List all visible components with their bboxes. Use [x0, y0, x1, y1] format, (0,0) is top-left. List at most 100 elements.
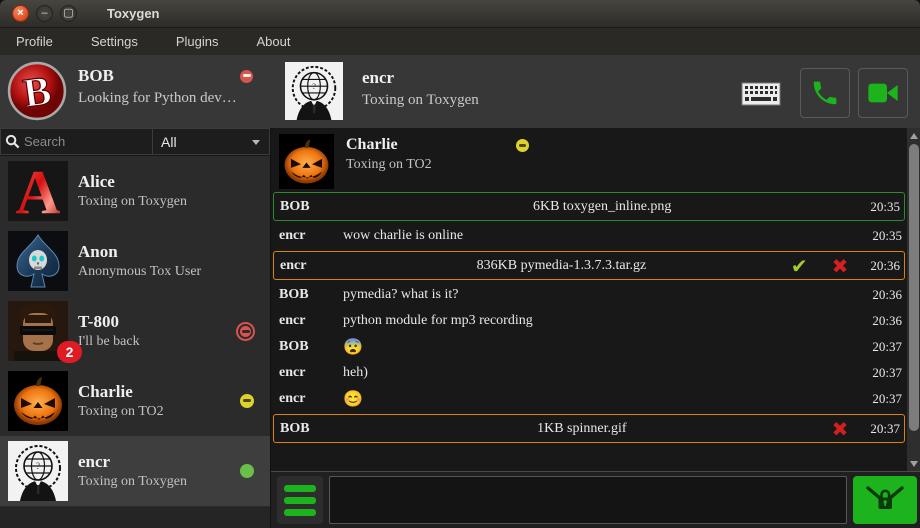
- message-sender: BOB: [280, 421, 344, 437]
- contact-status-message: Toxing on TO2: [78, 404, 240, 420]
- chat-scrollbar: [907, 128, 920, 471]
- svg-text:?: ?: [36, 461, 40, 471]
- contact-avatar: A: [8, 161, 68, 221]
- contact-status-message: Toxing on Toxygen: [78, 194, 270, 210]
- send-message-button[interactable]: [853, 476, 917, 524]
- contact-name: Charlie: [78, 382, 240, 402]
- contact-row-encr[interactable]: ? encr Toxing on Toxygen: [0, 436, 270, 506]
- message-sender: BOB: [280, 199, 344, 215]
- compose-bar: [271, 471, 920, 528]
- header: B BOB Looking for Python dev… ? encr Tox…: [0, 55, 920, 128]
- status-busy-icon: [240, 326, 251, 337]
- status-online-icon: [240, 464, 254, 478]
- decline-file-button[interactable]: ✖: [832, 256, 849, 276]
- message-text: heh): [343, 365, 862, 381]
- message-sender: encr: [280, 258, 344, 274]
- file-transfer-row[interactable]: BOB6KB toxygen_inline.png 20:35: [273, 192, 905, 221]
- message-list: BOB6KB toxygen_inline.png20:35encrwow ch…: [271, 192, 907, 443]
- typing-notification-button[interactable]: [738, 80, 784, 108]
- scroll-down-button[interactable]: [907, 457, 920, 470]
- search-input[interactable]: [24, 134, 142, 149]
- contact-avatar: ?: [8, 441, 68, 501]
- message-time: 20:35: [870, 199, 900, 215]
- close-window-button[interactable]: ×: [12, 5, 29, 22]
- message-time: 20:37: [872, 339, 902, 355]
- peer-avatar: ?: [285, 62, 343, 120]
- peer-status-message: Toxing on Toxygen: [362, 92, 479, 109]
- menu-item-settings[interactable]: Settings: [79, 30, 150, 53]
- chat-peer-banner: Charlie Toxing on TO2: [271, 128, 907, 190]
- encrypted-send-icon: [864, 484, 906, 516]
- contact-status-message: Anonymous Tox User: [78, 264, 270, 280]
- message-row: encrpython module for mp3 recording20:36: [271, 308, 907, 334]
- status-away-icon: [240, 394, 254, 408]
- file-transfer-row[interactable]: BOB1KB spinner.gif✖20:37: [273, 414, 905, 443]
- menu-item-plugins[interactable]: Plugins: [164, 30, 231, 53]
- triangle-down-icon: [910, 461, 918, 467]
- message-sender: encr: [279, 228, 343, 244]
- accept-file-button[interactable]: ✔: [791, 256, 808, 276]
- message-sender: BOB: [279, 339, 343, 355]
- contact-list: A Alice Toxing on Toxygen AnonAnonymous Tox…: [0, 155, 270, 507]
- message-row: encrheh) 20:37: [271, 360, 907, 386]
- message-text: wow charlie is online: [343, 228, 862, 244]
- svg-text:A: A: [16, 161, 61, 221]
- search-box: [0, 128, 153, 155]
- contact-row-alice[interactable]: A Alice Toxing on Toxygen: [0, 156, 270, 226]
- message-text: 😊: [343, 389, 862, 409]
- contact-name: Alice: [78, 172, 270, 192]
- message-time: 20:35: [872, 228, 902, 244]
- file-name: 6KB toxygen_inline.png: [344, 199, 860, 215]
- message-sender: encr: [279, 391, 343, 407]
- video-camera-icon: [867, 79, 899, 107]
- contact-row-anon[interactable]: AnonAnonymous Tox User: [0, 226, 270, 296]
- scroll-up-button[interactable]: [907, 129, 920, 142]
- file-transfer-row[interactable]: encr836KB pymedia-1.3.7.3.tar.gz ✔ ✖ 20:36: [273, 251, 905, 280]
- maximize-window-button[interactable]: ▢: [60, 5, 77, 22]
- message-sender: encr: [279, 365, 343, 381]
- message-row: BOB😨 20:37: [271, 334, 907, 360]
- attachments-menu-button[interactable]: [277, 476, 323, 524]
- triangle-up-icon: [910, 133, 918, 139]
- video-call-button[interactable]: [858, 68, 908, 118]
- self-avatar: B: [6, 60, 68, 122]
- message-row: encrwow charlie is online 20:35: [271, 223, 907, 249]
- contact-name: T-800: [78, 312, 240, 332]
- message-time: 20:36: [872, 287, 902, 303]
- chat-panel: Charlie Toxing on TO2 BOB6KB toxygen_inl…: [271, 128, 920, 528]
- message-input[interactable]: [329, 476, 847, 524]
- window-controls: × – ▢: [12, 5, 77, 22]
- message-text: pymedia? what is it?: [343, 287, 862, 303]
- message-text: 😨: [343, 337, 862, 357]
- svg-text:?: ?: [312, 81, 316, 91]
- peer-name: encr: [362, 68, 479, 88]
- audio-call-button[interactable]: [800, 68, 850, 118]
- self-status-message: Looking for Python dev…: [78, 90, 253, 107]
- contact-row-charlie[interactable]: Charlie Toxing on TO2: [0, 366, 270, 436]
- menu-item-about[interactable]: About: [244, 30, 302, 53]
- decline-file-button[interactable]: ✖: [832, 419, 849, 439]
- chat-history: Charlie Toxing on TO2 BOB6KB toxygen_inl…: [271, 128, 920, 471]
- contact-name: encr: [78, 452, 240, 472]
- status-away-icon: [516, 139, 529, 152]
- menu-item-profile[interactable]: Profile: [4, 30, 65, 53]
- contact-status-message: Toxing on Toxygen: [78, 474, 240, 490]
- file-name: 836KB pymedia-1.3.7.3.tar.gz: [344, 258, 779, 274]
- contact-row-t-800[interactable]: 2T-800I'll be back: [0, 296, 270, 366]
- scrollbar-thumb[interactable]: [909, 144, 919, 431]
- message-time: 20:37: [872, 365, 902, 381]
- peer-profile: encr Toxing on Toxygen: [362, 68, 479, 109]
- contact-filter-dropdown[interactable]: All: [153, 128, 270, 155]
- self-profile: BOB Looking for Python dev…: [78, 66, 253, 107]
- unread-count-badge: 2: [57, 341, 82, 363]
- minimize-window-button[interactable]: –: [36, 5, 53, 22]
- contact-avatar: [8, 231, 68, 291]
- search-icon: [5, 134, 20, 149]
- message-time: 20:36: [870, 258, 900, 274]
- contact-filter-value: All: [161, 134, 177, 150]
- keyboard-icon: [741, 82, 781, 106]
- hamburger-icon: [284, 485, 316, 492]
- title-bar: × – ▢ Toxygen: [0, 0, 920, 28]
- window-title: Toxygen: [107, 6, 160, 21]
- banner-name: Charlie: [346, 136, 398, 154]
